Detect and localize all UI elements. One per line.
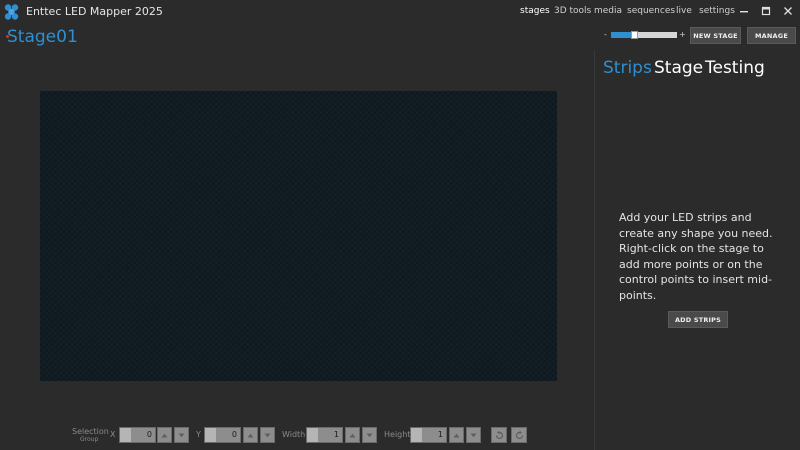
width-increment-button[interactable]	[345, 427, 360, 443]
nav-3d-tools[interactable]: 3D tools	[554, 6, 591, 16]
zoom-slider[interactable]	[611, 31, 677, 39]
stage-title[interactable]: Stage01	[7, 27, 78, 47]
new-stage-button[interactable]: NEW STAGE	[690, 27, 741, 44]
maximize-icon	[761, 6, 771, 16]
height-label: Height	[384, 430, 411, 439]
height-decrement-button[interactable]	[466, 427, 481, 443]
chevron-down-icon	[264, 433, 271, 437]
manage-button[interactable]: MANAGE	[747, 27, 796, 44]
chevron-down-icon	[178, 433, 185, 437]
x-label: X	[110, 430, 116, 439]
nav-sequences[interactable]: sequences	[627, 6, 675, 16]
chevron-down-icon	[470, 433, 477, 437]
x-decrement-button[interactable]	[174, 427, 189, 443]
tab-stage[interactable]: Stage	[654, 58, 703, 78]
y-decrement-button[interactable]	[260, 427, 275, 443]
width-label: Width	[282, 430, 306, 439]
width-input-handle	[307, 428, 318, 442]
title-bar: Enttec LED Mapper 2025 stages 3D tools m…	[0, 0, 800, 24]
y-value: 0	[231, 430, 237, 439]
zoom-slider-fill	[611, 32, 631, 38]
height-input-handle	[411, 428, 422, 442]
chevron-up-icon	[247, 433, 254, 437]
stage-canvas[interactable]	[40, 91, 557, 381]
zoom-slider-thumb[interactable]	[631, 31, 638, 39]
close-button[interactable]	[777, 2, 799, 20]
maximize-button[interactable]	[755, 2, 777, 20]
width-input[interactable]: 1	[306, 427, 343, 443]
y-increment-button[interactable]	[243, 427, 258, 443]
chevron-down-icon	[366, 433, 373, 437]
add-strips-button[interactable]: ADD STRIPS	[668, 311, 728, 328]
x-input-handle	[120, 428, 131, 442]
minimize-button[interactable]	[733, 2, 755, 20]
nav-stages[interactable]: stages	[520, 6, 550, 16]
strips-help-text: Add your LED strips and create any shape…	[619, 211, 773, 302]
tab-testing[interactable]: Testing	[705, 58, 765, 78]
chevron-up-icon	[453, 433, 460, 437]
nav-media[interactable]: media	[594, 6, 622, 16]
zoom-in-button[interactable]: +	[679, 30, 686, 39]
x-value: 0	[146, 430, 152, 439]
height-increment-button[interactable]	[449, 427, 464, 443]
app-logo-icon	[3, 3, 20, 20]
selection-label: Selection	[72, 427, 109, 436]
zoom-out-button[interactable]: -	[604, 30, 607, 39]
height-input[interactable]: 1	[410, 427, 447, 443]
chevron-up-icon	[349, 433, 356, 437]
close-icon	[784, 7, 792, 15]
y-label: Y	[196, 430, 201, 439]
tab-strips[interactable]: Strips	[603, 58, 652, 78]
nav-live[interactable]: live	[676, 6, 692, 16]
rotate-right-button[interactable]	[511, 427, 527, 443]
width-decrement-button[interactable]	[362, 427, 377, 443]
minimize-icon	[740, 11, 748, 13]
rotate-left-button[interactable]	[491, 427, 507, 443]
rotate-right-icon	[515, 430, 523, 439]
height-value: 1	[437, 430, 443, 439]
x-input[interactable]: 0	[119, 427, 156, 443]
chevron-up-icon	[161, 433, 168, 437]
group-label: Group	[80, 436, 99, 443]
nav-settings[interactable]: settings	[699, 6, 735, 16]
width-value: 1	[333, 430, 339, 439]
y-input[interactable]: 0	[204, 427, 241, 443]
rotate-left-icon	[495, 430, 503, 439]
panel-divider	[594, 50, 595, 450]
x-increment-button[interactable]	[157, 427, 172, 443]
y-input-handle	[205, 428, 216, 442]
app-title: Enttec LED Mapper 2025	[26, 5, 163, 18]
